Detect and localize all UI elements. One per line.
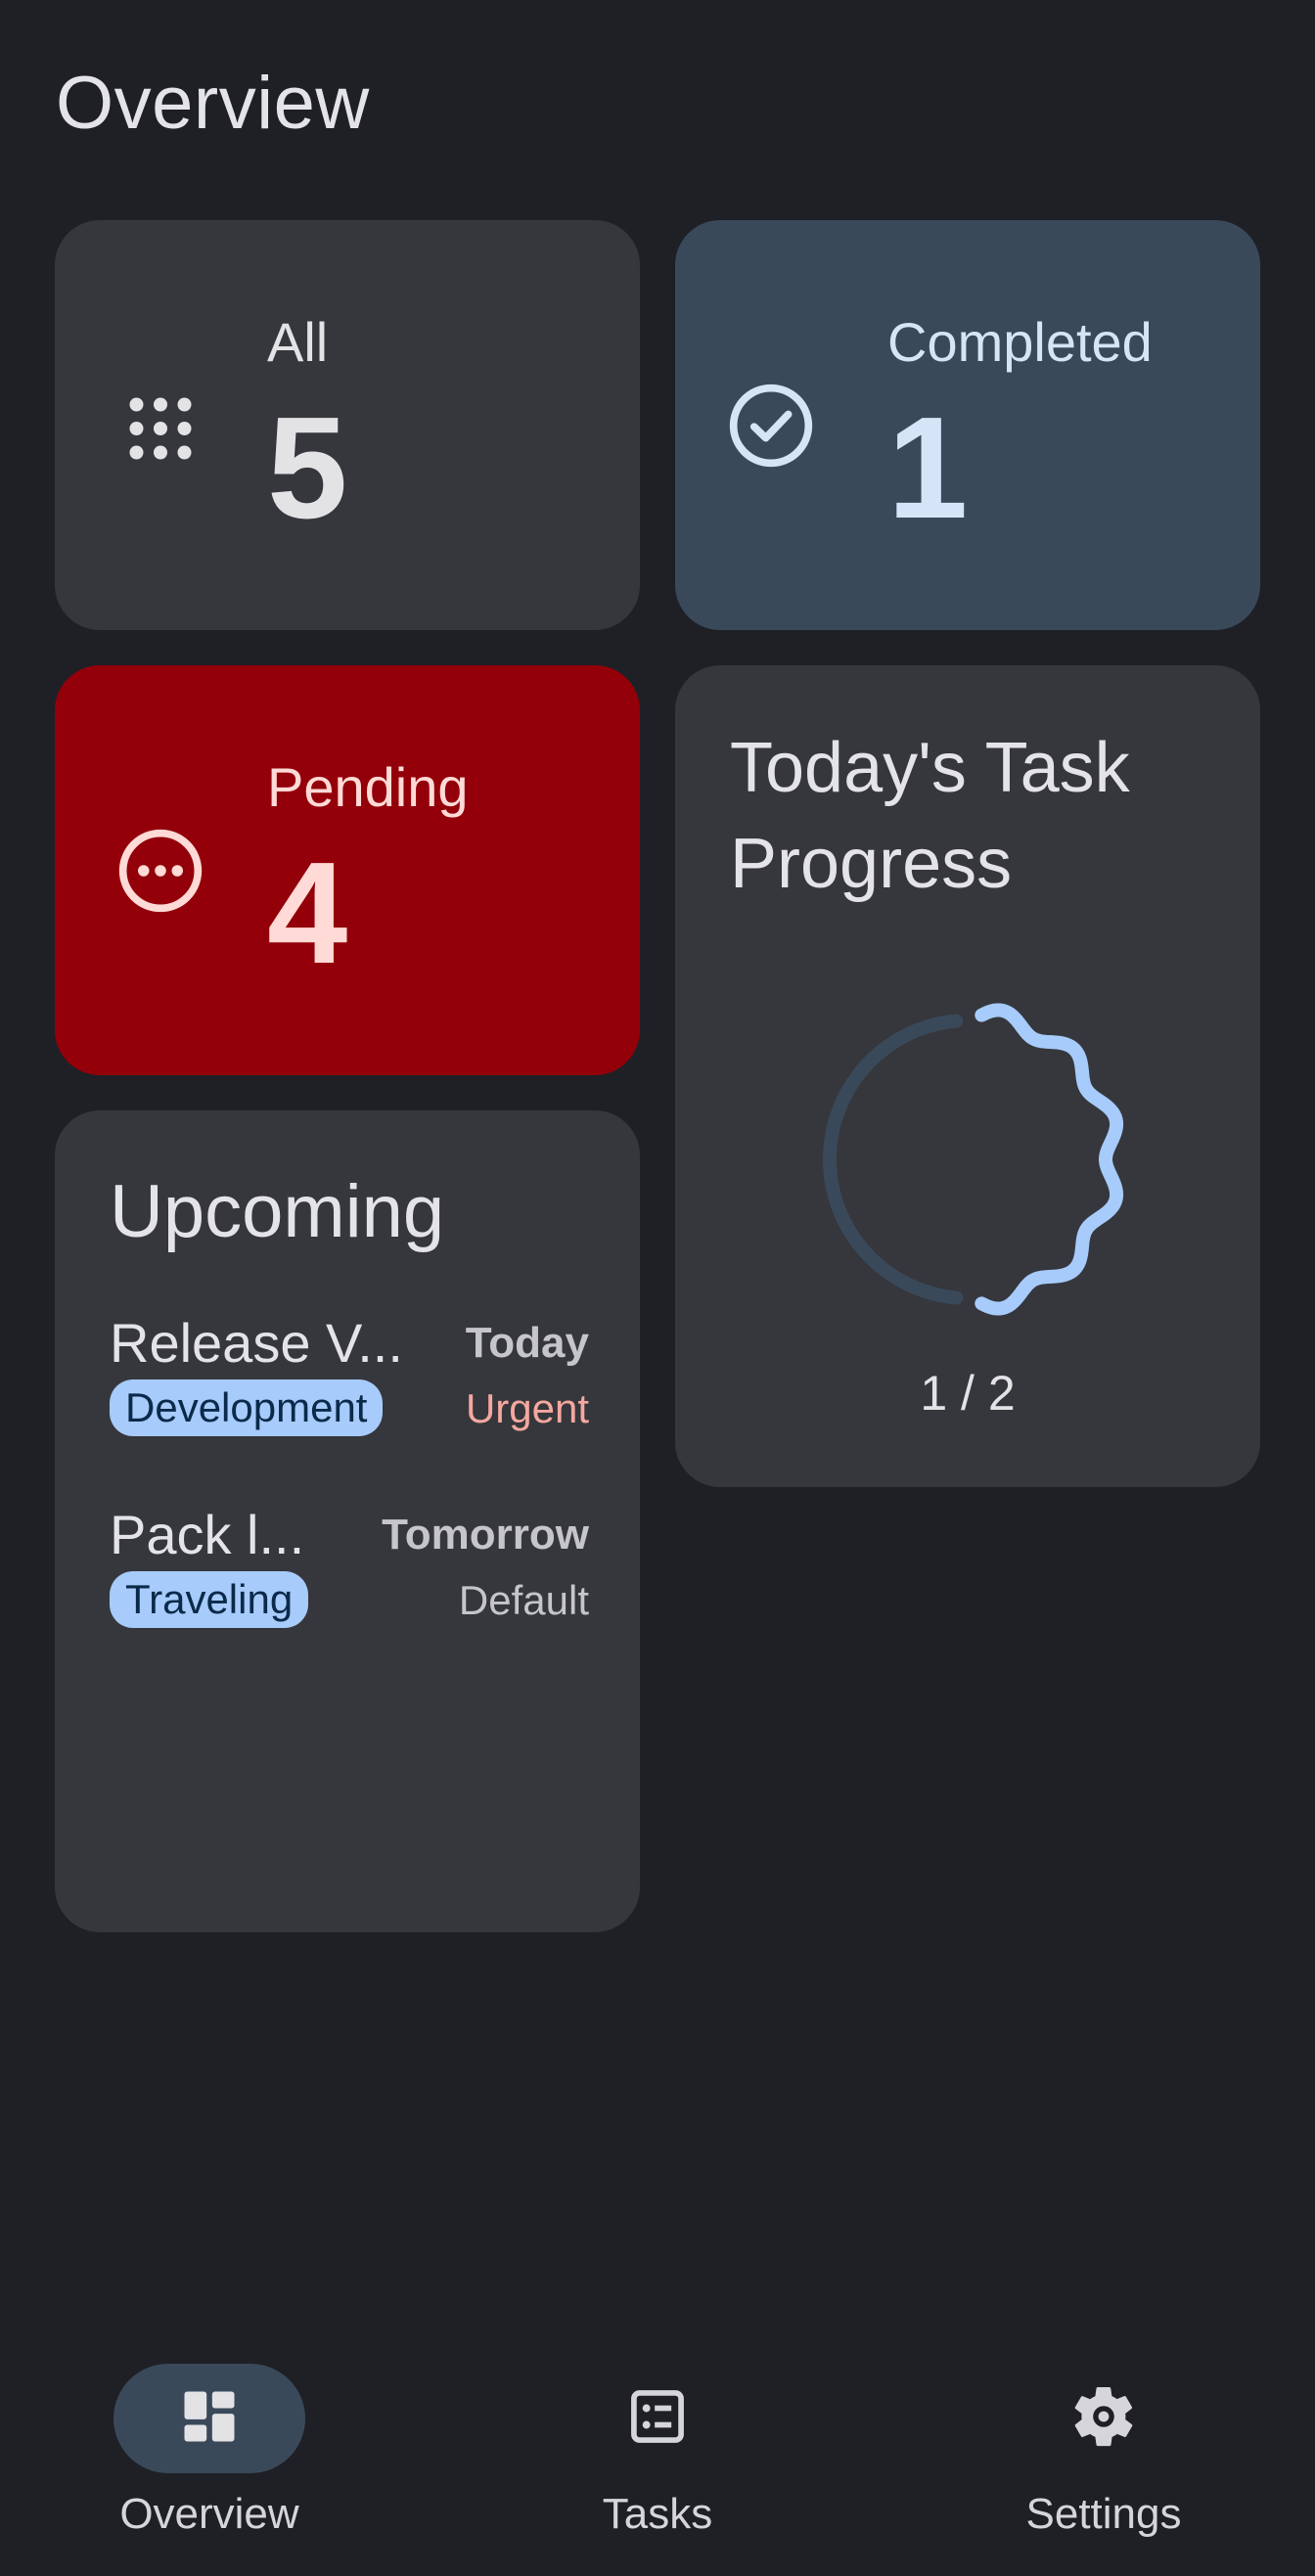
task-category-tag: Development: [110, 1379, 384, 1436]
all-tasks-card[interactable]: All 5: [55, 220, 640, 630]
pending-tasks-card[interactable]: Pending 4: [55, 665, 640, 1075]
progress-count-text: 1 / 2: [920, 1366, 1016, 1421]
task-due-date: Tomorrow: [382, 1511, 589, 1559]
completed-tasks-card[interactable]: Completed 1: [675, 220, 1260, 630]
all-label: All: [267, 311, 329, 373]
upcoming-card: Upcoming Release V... Today Development …: [55, 1110, 640, 1932]
page-title: Overview: [56, 62, 370, 145]
completed-count: 1: [887, 387, 969, 549]
nav-indicator: [113, 2364, 305, 2473]
progress-track: [822, 1014, 964, 1305]
overview-screen: Overview All 5 Completed 1 Pending 4 Tod…: [0, 0, 1315, 2576]
upcoming-task-item[interactable]: Release V... Today Development Urgent: [110, 1311, 589, 1448]
task-priority: Urgent: [465, 1385, 589, 1431]
nav-icon-container: [562, 2364, 753, 2473]
nav-label-settings: Settings: [1025, 2490, 1182, 2538]
nav-item-tasks[interactable]: Tasks: [511, 2343, 804, 2558]
completed-label: Completed: [887, 311, 1153, 373]
task-list-icon: [624, 2383, 691, 2455]
task-category-tag: Traveling: [110, 1571, 309, 1628]
nav-item-overview[interactable]: Overview: [63, 2343, 356, 2558]
nav-icon-container: [1008, 2364, 1200, 2473]
progress-ring: [822, 1003, 1124, 1316]
bottom-navigation-bar: Overview Tasks Settings: [0, 2324, 1315, 2576]
todays-progress-card: Today's Task Progress 1 / 2: [675, 665, 1260, 1487]
task-name: Pack l...: [110, 1504, 305, 1565]
check-circle-icon: [724, 379, 818, 473]
task-priority: Default: [458, 1577, 589, 1623]
more-horizontal-circle-icon: [113, 824, 207, 918]
upcoming-title: Upcoming: [110, 1170, 445, 1253]
progress-indicator: [975, 1003, 1124, 1316]
dashboard-icon: [176, 2383, 243, 2455]
apps-grid-icon: [113, 382, 207, 475]
nav-label-overview: Overview: [119, 2490, 299, 2538]
task-due-date: Today: [465, 1319, 589, 1367]
all-count: 5: [267, 387, 348, 549]
task-name: Release V...: [110, 1312, 403, 1374]
progress-title: Today's Task Progress: [730, 729, 1130, 903]
nav-label-tasks: Tasks: [602, 2490, 713, 2538]
nav-item-settings[interactable]: Settings: [957, 2343, 1250, 2558]
gear-icon: [1068, 2381, 1139, 2457]
pending-label: Pending: [267, 756, 469, 818]
upcoming-task-item[interactable]: Pack l... Tomorrow Traveling Default: [110, 1503, 589, 1640]
pending-count: 4: [267, 833, 348, 994]
